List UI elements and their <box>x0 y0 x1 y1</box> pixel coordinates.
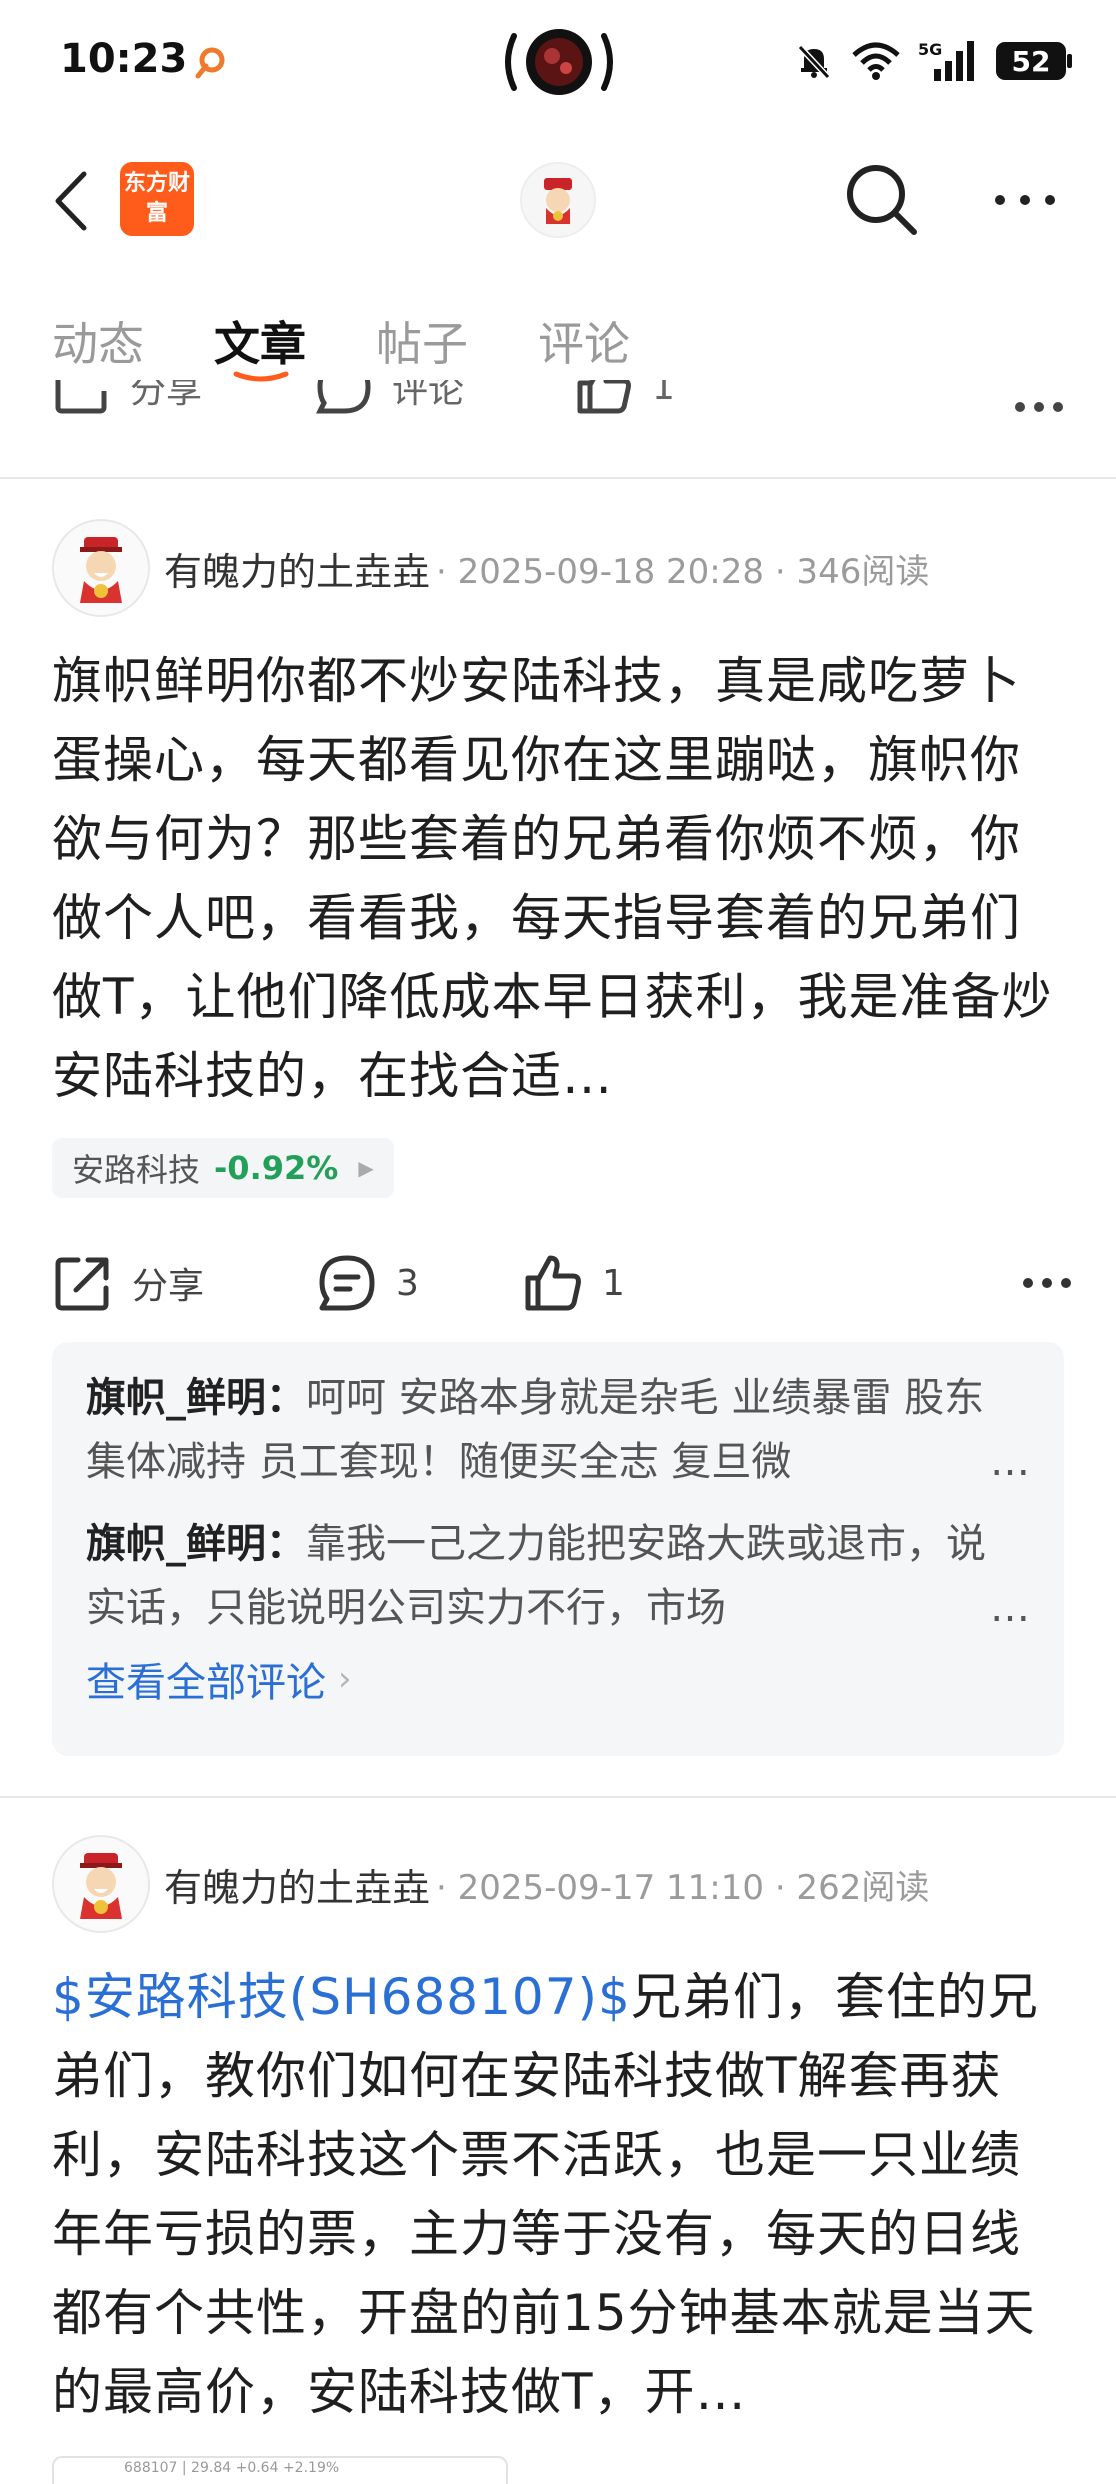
top-header: 东方财富 <box>0 140 1116 260</box>
post-header: 有魄力的土垚垚 · 2025-09-17 11:10 · 262阅读 <box>52 1834 929 1934</box>
share-button[interactable]: 分享 <box>52 380 202 422</box>
more-horizontal-icon[interactable] <box>990 180 1060 220</box>
comment-count: 3 <box>396 1262 419 1304</box>
stock-chip[interactable]: 安路科技 -0.92% ▶ <box>52 1138 394 1198</box>
thumbs-up-icon <box>577 380 631 414</box>
divider <box>0 1796 1116 1798</box>
comment-button[interactable]: 评论 <box>314 380 464 422</box>
comment-item[interactable]: 旗帜_鲜明：靠我一己之力能把安路大跌或退市，说实话，只能说明公司实力不行，市场 … <box>86 1512 1030 1640</box>
svg-text:5G: 5G <box>918 40 942 59</box>
back-icon[interactable] <box>48 166 98 236</box>
share-icon <box>55 380 107 414</box>
stock-name: 安路科技 <box>72 1151 201 1189</box>
comment-button[interactable]: 3 <box>316 1248 419 1318</box>
tab-dynamics[interactable]: 动态 <box>52 308 144 374</box>
comment-author[interactable]: 旗帜_鲜明： <box>86 1521 306 1567</box>
like-button[interactable]: 1 <box>522 1248 625 1318</box>
author-name[interactable]: 有魄力的土垚垚 <box>164 1857 430 1912</box>
more-options-icon[interactable] <box>1014 400 1064 414</box>
comment-icon <box>315 380 371 414</box>
divider <box>0 477 1116 479</box>
like-count: 1 <box>602 1262 625 1304</box>
comment-author[interactable]: 旗帜_鲜明： <box>86 1375 306 1421</box>
chevron-right-icon: › <box>338 1659 352 1699</box>
comments-preview: 旗帜_鲜明：呵呵 安路本身就是杂毛 业绩暴雷 股东集体减持 员工套现！随便买全志… <box>52 1342 1064 1756</box>
triangle-right-icon: ▶ <box>358 1156 374 1180</box>
ellipsis: … <box>990 1439 1030 1485</box>
recording-indicator-icon <box>505 29 613 95</box>
tab-articles[interactable]: 文章 <box>214 308 306 374</box>
post-meta: · 2025-09-17 11:10 · 262阅读 <box>436 1867 930 1908</box>
author-avatar[interactable] <box>52 1835 150 1933</box>
post-meta: · 2025-09-18 20:28 · 346阅读 <box>436 551 930 592</box>
fortune-god-avatar-icon <box>544 178 572 224</box>
wifi-icon <box>852 42 900 80</box>
signal-5g-icon: 5G <box>918 40 974 81</box>
stock-change: -0.92% <box>214 1149 339 1187</box>
previous-post-actions: 分享 评论 1 <box>0 380 1116 440</box>
like-button[interactable]: 1 <box>574 380 675 422</box>
status-time: 10:23 <box>60 36 188 82</box>
post-body-text: 兄弟们，套住的兄弟们，教你们如何在安陆科技做T解套再获利，安陆科技这个票不活跃，… <box>52 1968 1039 2421</box>
share-label: 分享 <box>132 1266 205 1307</box>
share-button[interactable]: 分享 <box>52 1248 204 1318</box>
profile-tabs: 动态 文章 帖子 评论 <box>0 300 1116 390</box>
comment-item[interactable]: 旗帜_鲜明：呵呵 安路本身就是杂毛 业绩暴雷 股东集体减持 员工套现！随便买全志… <box>86 1366 1030 1494</box>
tab-posts[interactable]: 帖子 <box>376 308 468 374</box>
post-body[interactable]: $安路科技(SH688107)$兄弟们，套住的兄弟们，教你们如何在安陆科技做T解… <box>52 1958 1064 2432</box>
fortune-god-avatar-icon <box>80 1853 122 1919</box>
author-name[interactable]: 有魄力的土垚垚 <box>164 541 430 596</box>
post-header: 有魄力的土垚垚 · 2025-09-18 20:28 · 346阅读 <box>52 518 929 618</box>
battery-indicator: 52 <box>996 42 1072 80</box>
mute-bell-icon <box>797 44 831 80</box>
status-bar: 10:23 5G 52 <box>0 0 1116 130</box>
status-icons: 5G 52 <box>794 36 1072 86</box>
share-icon <box>55 1257 109 1311</box>
header-avatar[interactable] <box>520 162 596 238</box>
comment-label: 评论 <box>392 380 465 411</box>
fortune-god-avatar-icon <box>80 537 122 603</box>
more-options-icon[interactable] <box>1022 1276 1072 1290</box>
thumbs-up-icon <box>525 1255 581 1311</box>
author-avatar[interactable] <box>52 519 150 617</box>
comment-icon <box>319 1255 375 1311</box>
view-all-comments-link[interactable]: 查看全部评论 › <box>86 1650 1030 1708</box>
ellipsis: … <box>990 1585 1030 1631</box>
search-icon[interactable] <box>840 158 922 240</box>
post-image-thumbnail[interactable]: 688107 | 29.84 +0.64 +2.19% <box>52 2456 508 2484</box>
app-logo[interactable]: 东方财富 <box>120 162 194 236</box>
stock-tag-link[interactable]: $安路科技(SH688107)$ <box>52 1968 631 2026</box>
like-count: 1 <box>652 380 675 408</box>
tab-comments[interactable]: 评论 <box>538 308 630 374</box>
post-actions: 分享 3 1 <box>52 1248 1072 1318</box>
thumbnail-caption: 688107 | 29.84 +0.64 +2.19% <box>124 2460 340 2476</box>
location-icon <box>195 47 225 79</box>
view-all-label: 查看全部评论 <box>86 1660 326 1706</box>
share-label: 分享 <box>130 380 203 411</box>
post-body[interactable]: 旗帜鲜明你都不炒安陆科技，真是咸吃萝卜蛋操心，每天都看见你在这里蹦哒，旗帜你欲与… <box>52 642 1064 1116</box>
